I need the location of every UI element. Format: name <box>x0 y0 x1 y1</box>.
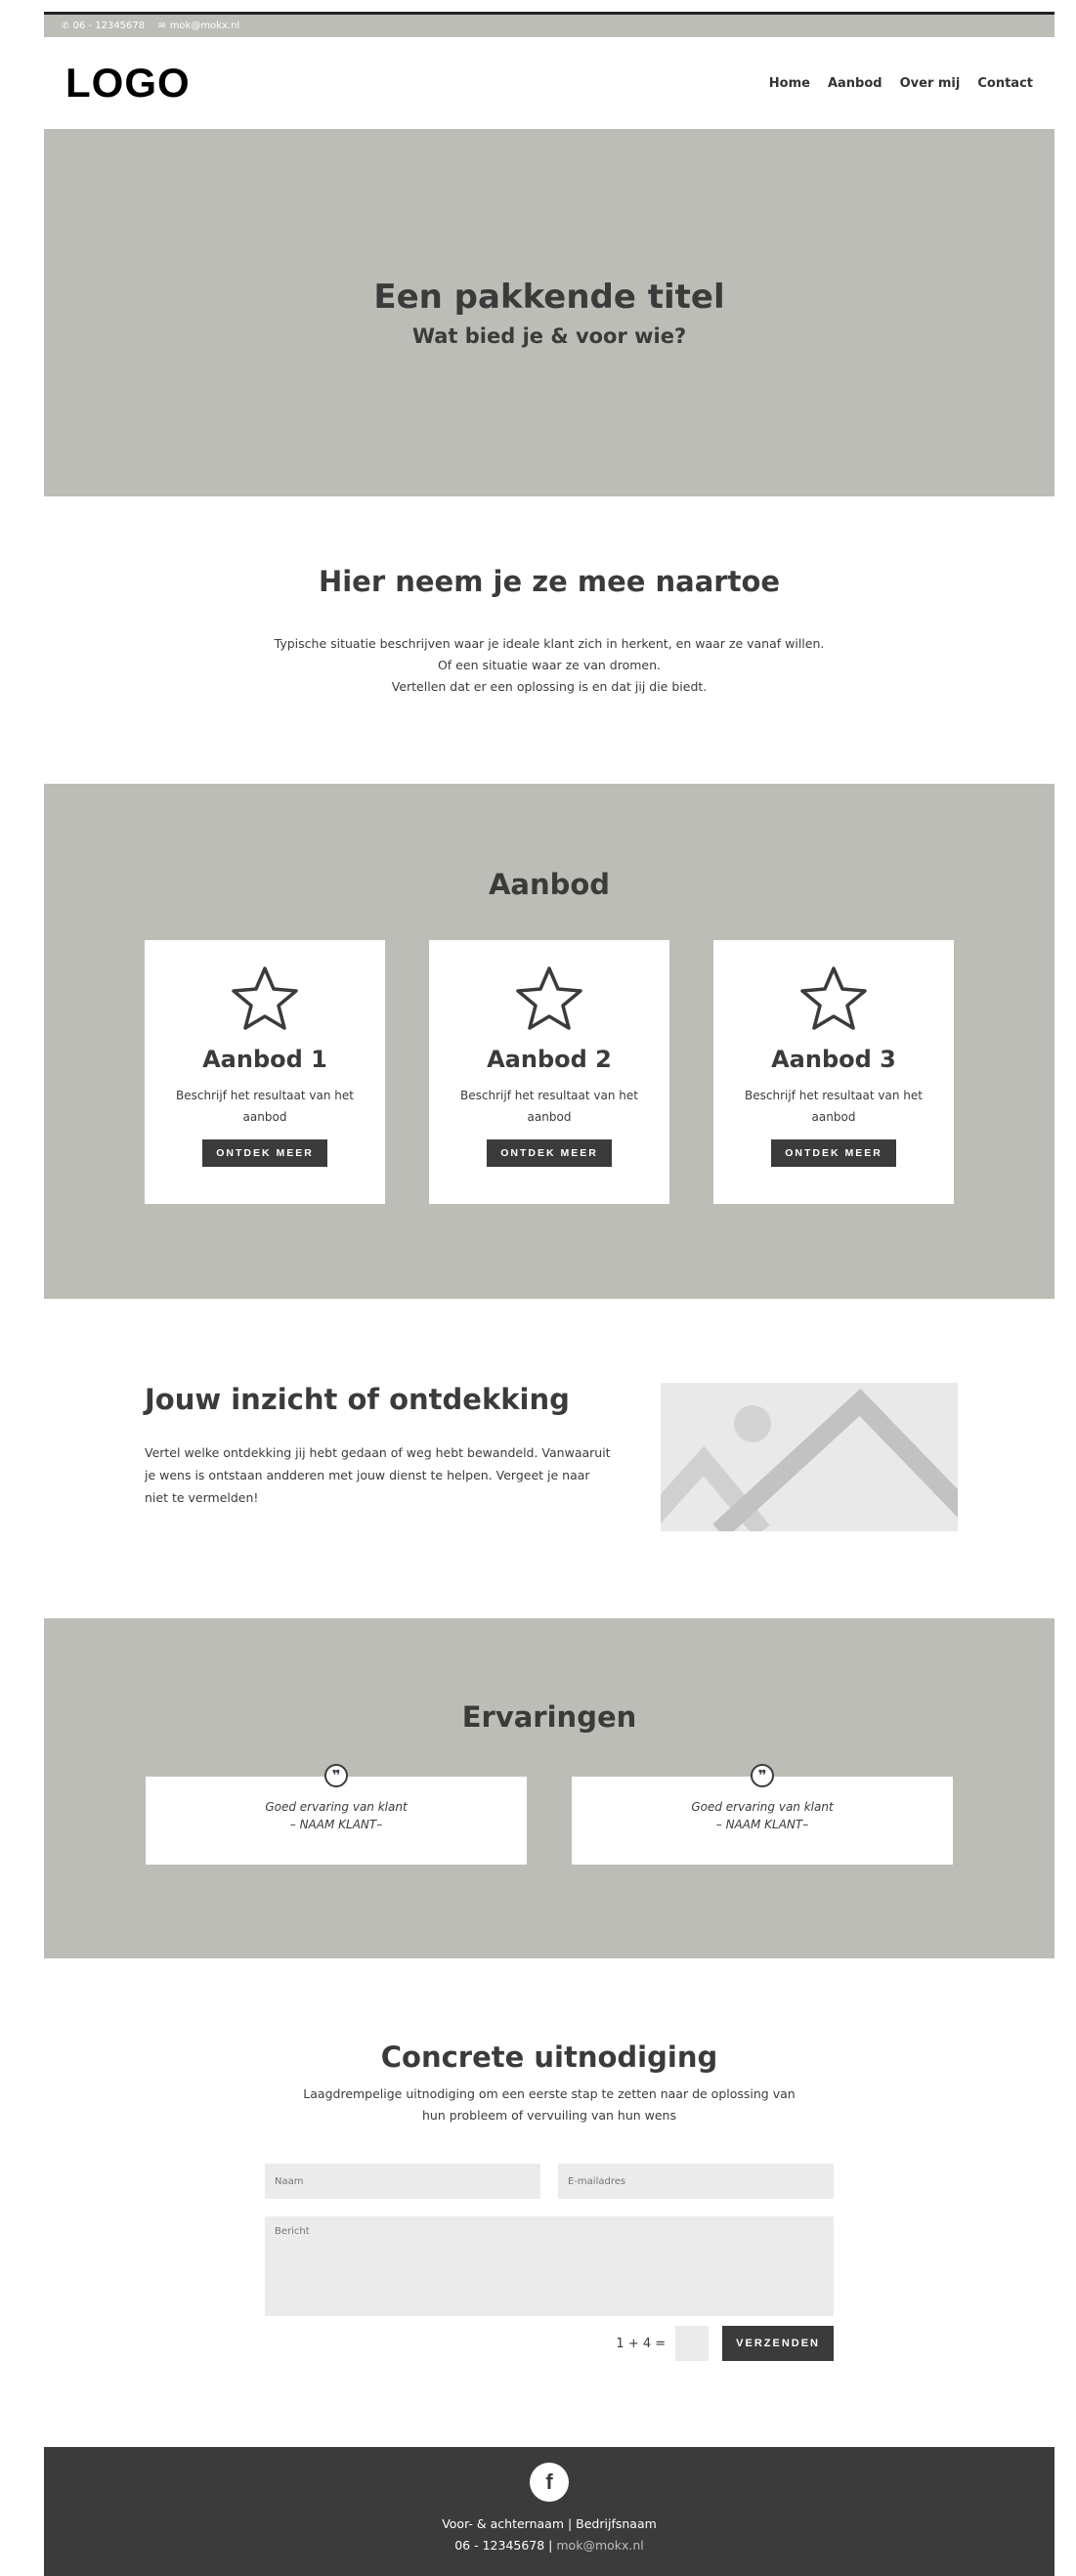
testimonial-author: – NAAM KLANT– <box>289 1818 383 1831</box>
hero-subtitle: Wat bied je & voor wie? <box>411 324 687 348</box>
aanbod-section: Aanbod Aanbod 1 Beschrijf het resultaat … <box>44 784 1054 1299</box>
intro-line: Vertellen dat er een oplossing is en dat… <box>391 679 708 694</box>
topbar-email: mok@mokx.nl <box>169 21 240 31</box>
envelope-icon: ✉ <box>158 21 166 31</box>
card-text: Beschrijf het resultaat van het aanbod <box>745 1089 923 1124</box>
main-nav: Home Aanbod Over mij Contact <box>769 76 1033 91</box>
testimonial-text: Goed ervaring van klant <box>265 1800 408 1814</box>
testimonial-text: Goed ervaring van klant <box>691 1800 834 1814</box>
topbar-phone: 06 - 12345678 <box>72 21 146 31</box>
intro-line: Typische situatie beschrijven waar je id… <box>274 636 825 651</box>
footer: f Voor- & achternaam | Bedrijfsnaam 06 -… <box>44 2447 1054 2576</box>
aanbod-card: Aanbod 1 Beschrijf het resultaat van het… <box>145 940 385 1204</box>
footer-contact: 06 - 12345678 | mok@mokx.nl <box>454 2535 644 2556</box>
hero-section: Een pakkende titel Wat bied je & voor wi… <box>44 129 1054 496</box>
send-button[interactable]: VERZENDEN <box>722 2326 834 2361</box>
card-text: Beschrijf het resultaat van het aanbod <box>176 1089 354 1124</box>
form-row <box>265 2164 834 2199</box>
message-field[interactable] <box>265 2216 834 2316</box>
testimonials: ❞ Goed ervaring van klant – NAAM KLANT– … <box>44 1764 1054 1865</box>
nav-over-mij[interactable]: Over mij <box>900 76 961 91</box>
footer-phone: 06 - 12345678 | <box>454 2538 553 2553</box>
card-title: Aanbod 1 <box>202 1046 327 1073</box>
ervaringen-section: Ervaringen ❞ Goed ervaring van klant – N… <box>44 1618 1054 1958</box>
page: ✆ 06 - 12345678 ✉ mok@mokx.nl LOGO Home … <box>44 12 1054 2576</box>
testimonial-author: – NAAM KLANT– <box>715 1818 809 1831</box>
testimonial-card: ❞ Goed ervaring van klant – NAAM KLANT– <box>572 1764 953 1865</box>
footer-email[interactable]: mok@mokx.nl <box>556 2538 643 2553</box>
nav-aanbod[interactable]: Aanbod <box>828 76 882 91</box>
card-title: Aanbod 3 <box>771 1046 896 1073</box>
aanbod-title: Aanbod <box>488 868 611 901</box>
star-icon <box>232 966 298 1030</box>
inzicht-title: Jouw inzicht of ontdekking <box>145 1383 570 1416</box>
card-text: Beschrijf het resultaat van het aanbod <box>460 1089 638 1124</box>
ontdek-meer-button[interactable]: ONTDEK MEER <box>487 1139 612 1167</box>
quote-icon: ❞ <box>324 1764 348 1787</box>
name-field[interactable] <box>265 2164 540 2199</box>
intro-title: Hier neem je ze mee naartoe <box>318 565 781 598</box>
mountain-image-icon <box>661 1389 958 1531</box>
top-bar: ✆ 06 - 12345678 ✉ mok@mokx.nl <box>44 12 1054 37</box>
aanbod-card: Aanbod 3 Beschrijf het resultaat van het… <box>713 940 954 1204</box>
hero-title: Een pakkende titel <box>373 278 725 317</box>
captcha-input[interactable] <box>675 2326 710 2361</box>
facebook-icon[interactable]: f <box>530 2463 569 2502</box>
card-title: Aanbod 2 <box>487 1046 612 1073</box>
header: LOGO Home Aanbod Over mij Contact <box>44 37 1054 129</box>
cta-title: Concrete uitnodiging <box>380 2040 718 2074</box>
phone-icon: ✆ <box>62 21 69 31</box>
submit-row: 1 + 4 = VERZENDEN <box>265 2326 834 2361</box>
star-icon <box>516 966 582 1030</box>
cta-description: Laagdrempelige uitnodiging om een eerste… <box>303 2086 796 2123</box>
aanbod-card: Aanbod 2 Beschrijf het resultaat van het… <box>429 940 669 1204</box>
logo[interactable]: LOGO <box>65 60 191 107</box>
cta-section: Concrete uitnodiging Laagdrempelige uitn… <box>44 1958 1054 2447</box>
email-field[interactable] <box>558 2164 834 2199</box>
quote-icon: ❞ <box>751 1764 774 1787</box>
nav-contact[interactable]: Contact <box>977 76 1033 91</box>
testimonial-card: ❞ Goed ervaring van klant – NAAM KLANT– <box>146 1764 527 1865</box>
star-icon <box>800 966 867 1030</box>
phone-contact[interactable]: ✆ 06 - 12345678 <box>62 21 145 31</box>
image-placeholder <box>661 1383 958 1531</box>
contact-form: 1 + 4 = VERZENDEN <box>265 2164 834 2361</box>
aanbod-cards: Aanbod 1 Beschrijf het resultaat van het… <box>44 940 1054 1204</box>
inzicht-text: Jouw inzicht of ontdekking Vertel welke … <box>145 1383 614 1509</box>
inzicht-section: Jouw inzicht of ontdekking Vertel welke … <box>44 1299 1054 1618</box>
inzicht-paragraph: Vertel welke ontdekking jij hebt gedaan … <box>145 1445 611 1505</box>
ontdek-meer-button[interactable]: ONTDEK MEER <box>771 1139 896 1167</box>
email-contact[interactable]: ✉ mok@mokx.nl <box>158 21 239 31</box>
ervaringen-title: Ervaringen <box>461 1700 637 1734</box>
footer-name: Voor- & achternaam | Bedrijfsnaam <box>442 2516 657 2531</box>
intro-line: Of een situatie waar ze van dromen. <box>437 658 662 672</box>
ontdek-meer-button[interactable]: ONTDEK MEER <box>202 1139 327 1167</box>
nav-home[interactable]: Home <box>769 76 810 91</box>
intro-section: Hier neem je ze mee naartoe Typische sit… <box>44 496 1054 784</box>
captcha-question: 1 + 4 = <box>616 2336 667 2351</box>
